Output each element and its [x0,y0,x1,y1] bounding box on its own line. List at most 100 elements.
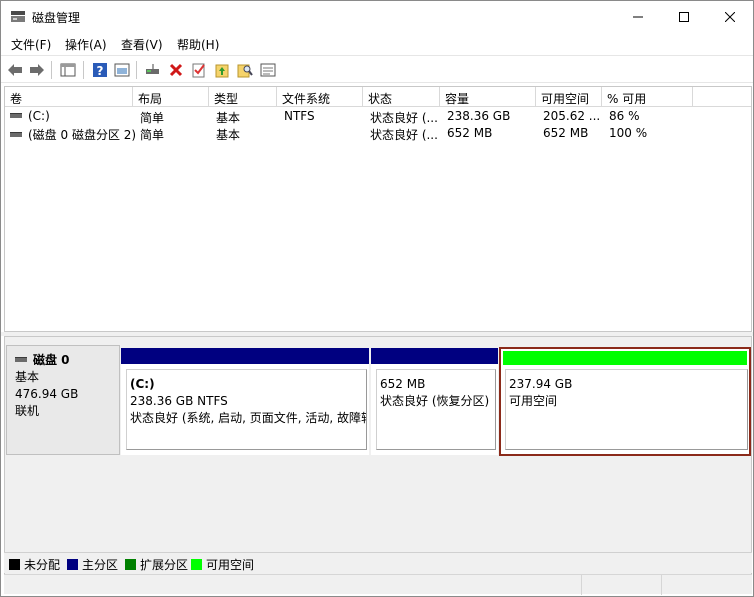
toolbar-separator [51,61,52,79]
column-header-filesystem[interactable]: 文件系统 [277,87,363,107]
help-icon: ? [93,63,107,78]
folder-up-button[interactable] [213,61,231,79]
properties-button[interactable] [59,61,77,79]
menu-view[interactable]: 查看(V) [121,36,163,53]
view-button[interactable] [113,61,131,79]
volume-icon [10,113,22,118]
menu-file[interactable]: 文件(F) [11,36,51,53]
help-button[interactable]: ? [91,61,109,79]
toolbar-separator [83,61,84,79]
partition-recovery[interactable]: 652 MB 状态良好 (恢复分区) [371,348,498,455]
volume-name: (C:) [28,109,50,123]
svg-text:?: ? [97,64,104,78]
legend-item-unallocated: 未分配 [9,556,60,573]
status-bar [4,574,752,595]
partition-title: (C:) [130,377,155,391]
column-header-type[interactable]: 类型 [209,87,277,107]
disk-icon [15,357,27,362]
toolbar: ? [1,55,753,83]
partition-details: 652 MB 状态良好 (恢复分区) [376,369,496,450]
delete-icon [169,63,183,77]
view-icon [114,63,130,77]
volume-list-header: 卷 布局 类型 文件系统 状态 容量 可用空间 % 可用 [5,87,751,107]
disk-management-app-icon [10,10,26,23]
minimize-icon [633,16,643,17]
legend-item-extended: 扩展分区 [125,556,188,573]
filesystem-cell: NTFS [284,109,315,123]
type-cell: 基本 [216,111,241,125]
capacity-cell: 652 MB [447,126,493,140]
partition-type-bar [121,348,369,364]
percent-free-cell: 86 % [609,109,640,123]
partition-details: (C:) 238.36 GB NTFS 状态良好 (系统, 启动, 页面文件, … [126,369,367,450]
volume-cell: (磁盘 0 磁盘分区 2) [5,126,135,142]
column-header-volume[interactable]: 卷 [5,87,133,107]
forward-button[interactable] [28,61,46,79]
back-arrow-icon [8,64,22,76]
check-button[interactable] [190,61,208,79]
search-folder-icon [237,64,253,78]
volume-icon [10,132,22,137]
settings-window-icon [260,63,276,77]
maximize-button[interactable] [661,1,707,32]
column-header-layout[interactable]: 布局 [133,87,209,107]
status-cell: 状态良好 (... [370,128,438,142]
disk-info-label[interactable]: 磁盘 0 基本 476.94 GB 联机 [6,345,120,455]
connect-disk-button[interactable] [144,61,162,79]
disk-name: 磁盘 0 [15,352,119,369]
partition-status: 状态良好 (系统, 启动, 页面文件, 活动, 故障转 [130,411,367,425]
disk-row: 磁盘 0 基本 476.94 GB 联机 (C:) 238.36 GB NTFS… [5,343,751,456]
minimize-button[interactable] [615,1,661,32]
partition-status: 状态良好 (恢复分区) [380,394,490,408]
menu-bar: 文件(F) 操作(A) 查看(V) 帮助(H) [1,32,753,55]
partition-type-bar [371,348,498,364]
toolbar-separator [136,61,137,79]
check-icon [192,63,205,78]
close-button[interactable] [707,1,753,32]
partition-size: 237.94 GB [509,377,573,391]
layout-cell: 简单 [140,111,165,125]
forward-arrow-icon [30,64,44,76]
folder-up-icon [215,64,229,78]
partition-details: 237.94 GB 可用空间 [505,369,748,450]
disk-type: 基本 [15,370,40,384]
column-header-capacity[interactable]: 容量 [440,87,536,107]
legend-swatch [67,559,78,570]
partition-c-drive[interactable]: (C:) 238.36 GB NTFS 状态良好 (系统, 启动, 页面文件, … [121,348,369,455]
percent-free-cell: 100 % [609,126,648,140]
properties-grid-icon [60,63,76,77]
column-header-percent-free[interactable]: % 可用 [602,87,693,107]
filesystem-cell [279,126,363,142]
partition-size: 652 MB [380,377,426,391]
maximize-icon [679,11,689,22]
legend-item-primary: 主分区 [67,556,118,573]
table-row[interactable]: (磁盘 0 磁盘分区 2) 简单 基本 状态良好 (... 652 MB 652… [5,125,751,142]
disk-management-window: 磁盘管理 文件(F) 操作(A) 查看(V) 帮助(H) ? 卷 布局 类型 文… [0,0,754,597]
table-row[interactable]: (C:) 简单 基本 NTFS 状态良好 (... 238.36 GB 205.… [5,108,751,125]
disk-size: 476.94 GB [15,387,79,401]
partition-status: 可用空间 [509,394,558,408]
delete-button[interactable] [167,61,185,79]
column-header-free-space[interactable]: 可用空间 [536,87,602,107]
window-title: 磁盘管理 [32,11,81,25]
legend-swatch [125,559,136,570]
title-bar: 磁盘管理 [1,1,753,32]
capacity-cell: 238.36 GB [447,109,511,123]
free-space-cell: 205.62 ... [543,109,601,123]
menu-help[interactable]: 帮助(H) [177,36,219,53]
column-header-status[interactable]: 状态 [363,87,440,107]
search-folder-button[interactable] [236,61,254,79]
settings-window-button[interactable] [259,61,277,79]
close-icon [725,11,735,22]
status-cell: 状态良好 (... [370,111,438,125]
free-space-cell: 652 MB [543,126,589,140]
volume-cell: (C:) [5,109,133,125]
status-cell [582,575,662,595]
connect-disk-icon [146,64,159,74]
back-button[interactable] [6,61,24,79]
legend-item-free-space: 可用空间 [191,556,254,573]
menu-action[interactable]: 操作(A) [65,36,107,53]
type-cell: 基本 [216,128,241,142]
disk-status: 联机 [15,404,40,418]
partition-free-space[interactable]: 237.94 GB 可用空间 [499,347,751,456]
